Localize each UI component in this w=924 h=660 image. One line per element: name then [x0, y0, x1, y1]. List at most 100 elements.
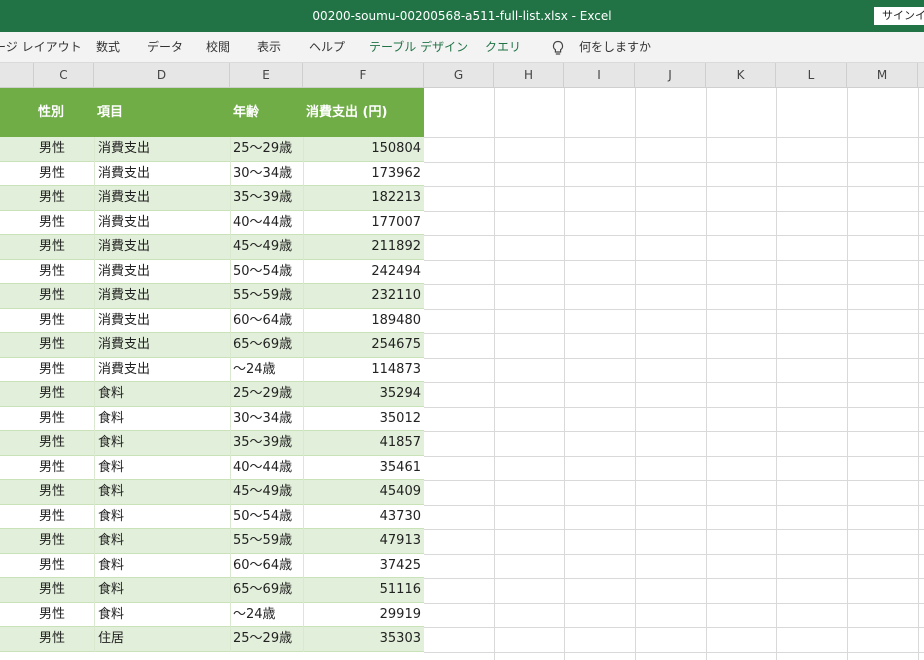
table-cell[interactable]: 25～29歳 [233, 627, 292, 652]
table-cell[interactable]: 食料 [98, 407, 124, 432]
table-header-cell[interactable]: 性別 [38, 88, 64, 137]
column-header-k[interactable]: K [706, 63, 776, 87]
table-cell[interactable]: 65～69歳 [233, 578, 292, 603]
table-cell-number[interactable]: 211892 [304, 235, 421, 260]
sign-in-button[interactable]: サインイン [874, 7, 924, 25]
table-cell-number[interactable]: 35461 [304, 456, 421, 481]
table-cell[interactable]: 男性 [39, 456, 65, 481]
table-cell-number[interactable]: 254675 [304, 333, 421, 358]
table-cell[interactable]: 40～44歳 [233, 211, 292, 236]
table-cell[interactable]: 食料 [98, 603, 124, 628]
tab-5[interactable]: ヘルプ [309, 32, 345, 62]
table-cell-number[interactable]: 45409 [304, 480, 421, 505]
table-cell[interactable]: 消費支出 [98, 137, 150, 162]
table-cell[interactable]: 25～29歳 [233, 382, 292, 407]
tab-1[interactable]: 数式 [96, 32, 120, 62]
table-cell-number[interactable]: 37425 [304, 554, 421, 579]
table-cell-number[interactable]: 43730 [304, 505, 421, 530]
column-header-h[interactable]: H [494, 63, 564, 87]
table-cell[interactable]: 男性 [39, 333, 65, 358]
table-cell-number[interactable]: 35012 [304, 407, 421, 432]
table-cell[interactable]: 男性 [39, 505, 65, 530]
tab-0[interactable]: ージ レイアウト [0, 32, 82, 62]
table-cell[interactable]: 食料 [98, 578, 124, 603]
table-cell-number[interactable]: 35294 [304, 382, 421, 407]
tab-4[interactable]: 表示 [257, 32, 281, 62]
table-cell[interactable]: 食料 [98, 529, 124, 554]
table-cell[interactable]: 消費支出 [98, 162, 150, 187]
table-cell[interactable]: 住居 [98, 627, 124, 652]
table-cell-number[interactable]: 242494 [304, 260, 421, 285]
table-cell[interactable]: 食料 [98, 431, 124, 456]
table-cell[interactable]: 男性 [39, 603, 65, 628]
column-header-g[interactable]: G [424, 63, 494, 87]
table-cell-number[interactable]: 35303 [304, 627, 421, 652]
table-cell[interactable]: 男性 [39, 284, 65, 309]
column-header-j[interactable]: J [635, 63, 706, 87]
table-cell[interactable]: ～24歳 [233, 358, 276, 383]
table-cell[interactable]: 55～59歳 [233, 529, 292, 554]
table-cell[interactable]: 食料 [98, 505, 124, 530]
table-cell[interactable]: 30～34歳 [233, 407, 292, 432]
table-cell[interactable]: 50～54歳 [233, 505, 292, 530]
table-cell[interactable]: 消費支出 [98, 235, 150, 260]
table-cell[interactable]: 男性 [39, 382, 65, 407]
table-cell[interactable]: 男性 [39, 554, 65, 579]
table-cell[interactable]: 男性 [39, 358, 65, 383]
tab-6[interactable]: テーブル デザイン [369, 32, 468, 62]
table-cell[interactable]: 食料 [98, 382, 124, 407]
table-cell[interactable]: 男性 [39, 186, 65, 211]
table-cell[interactable]: 消費支出 [98, 333, 150, 358]
table-cell[interactable]: 35～39歳 [233, 431, 292, 456]
table-cell[interactable]: 男性 [39, 529, 65, 554]
table-cell[interactable]: 食料 [98, 554, 124, 579]
table-cell-number[interactable]: 47913 [304, 529, 421, 554]
table-cell-number[interactable]: 29919 [304, 603, 421, 628]
column-header-l[interactable]: L [776, 63, 847, 87]
table-cell[interactable]: 40～44歳 [233, 456, 292, 481]
table-cell-number[interactable]: 189480 [304, 309, 421, 334]
table-cell-number[interactable]: 173962 [304, 162, 421, 187]
table-cell[interactable]: 25～29歳 [233, 137, 292, 162]
table-cell-number[interactable]: 41857 [304, 431, 421, 456]
table-cell[interactable]: 男性 [39, 407, 65, 432]
table-cell[interactable]: 男性 [39, 235, 65, 260]
column-header-i[interactable]: I [564, 63, 635, 87]
table-cell[interactable]: 食料 [98, 480, 124, 505]
table-cell[interactable]: 男性 [39, 480, 65, 505]
table-cell[interactable]: 消費支出 [98, 284, 150, 309]
tab-2[interactable]: データ [147, 32, 183, 62]
table-cell-number[interactable]: 114873 [304, 358, 421, 383]
table-cell[interactable]: 男性 [39, 627, 65, 652]
table-cell[interactable]: 食料 [98, 456, 124, 481]
table-cell[interactable]: 50～54歳 [233, 260, 292, 285]
worksheet-grid[interactable]: 性別 項目 年齢 消費支出 (円) 男性 消費支出 25～29歳 150804 男性 消費支出 3… [0, 88, 924, 660]
tell-me-search[interactable]: 何をしますか [579, 32, 651, 62]
table-cell[interactable]: 男性 [39, 162, 65, 187]
table-cell[interactable]: 55～59歳 [233, 284, 292, 309]
tab-7[interactable]: クエリ [485, 32, 521, 62]
table-cell[interactable]: 65～69歳 [233, 333, 292, 358]
table-cell[interactable]: 60～64歳 [233, 309, 292, 334]
table-cell[interactable]: 男性 [39, 137, 65, 162]
table-cell[interactable]: 35～39歳 [233, 186, 292, 211]
table-cell[interactable]: ～24歳 [233, 603, 276, 628]
column-header-m[interactable]: M [847, 63, 918, 87]
table-cell-number[interactable]: 232110 [304, 284, 421, 309]
table-cell[interactable]: 消費支出 [98, 309, 150, 334]
table-cell-number[interactable]: 150804 [304, 137, 421, 162]
tab-3[interactable]: 校閲 [206, 32, 230, 62]
table-header-cell[interactable]: 消費支出 (円) [306, 88, 387, 137]
table-cell[interactable]: 45～49歳 [233, 235, 292, 260]
table-cell[interactable]: 45～49歳 [233, 480, 292, 505]
table-cell-number[interactable]: 177007 [304, 211, 421, 236]
column-header-d[interactable]: D [94, 63, 230, 87]
column-header-f[interactable]: F [303, 63, 424, 87]
column-header-partial[interactable] [0, 63, 34, 87]
column-header-c[interactable]: C [34, 63, 94, 87]
table-cell[interactable]: 男性 [39, 260, 65, 285]
table-cell[interactable]: 消費支出 [98, 186, 150, 211]
table-header-cell[interactable]: 項目 [97, 88, 123, 137]
column-header-e[interactable]: E [230, 63, 303, 87]
table-cell[interactable]: 男性 [39, 431, 65, 456]
